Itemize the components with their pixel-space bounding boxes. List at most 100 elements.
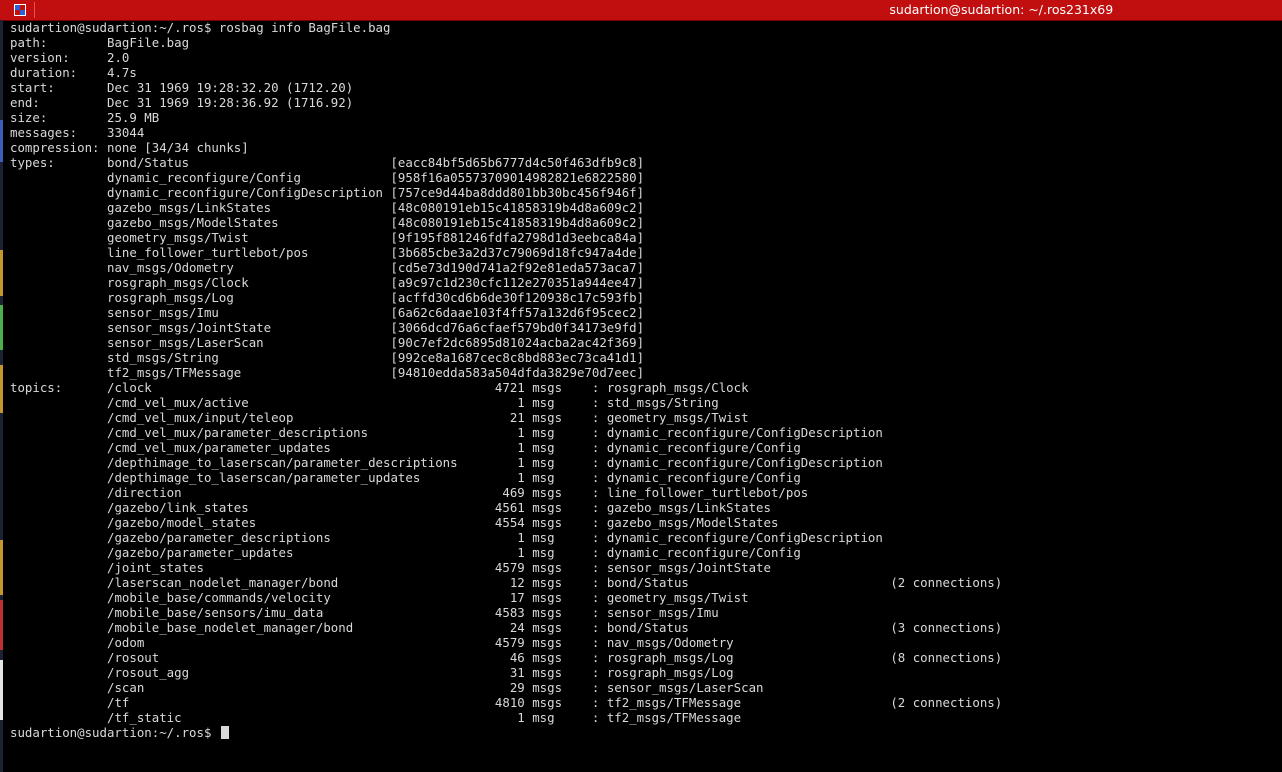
message-count: 17	[487, 590, 525, 605]
topic-row: /scan 29 msgs : sensor_msgs/LaserScan	[106, 680, 891, 695]
topic-row: /mobile_base/commands/velocity 17 msgs :…	[106, 590, 891, 605]
message-unit: msg	[532, 530, 592, 545]
message-count: 4583	[487, 605, 525, 620]
message-count: 1	[487, 545, 525, 560]
terminal-size: 231x69	[1066, 2, 1114, 17]
topic-name: /gazebo/parameter_descriptions	[106, 530, 488, 545]
message-unit: msgs	[532, 695, 592, 710]
type-md5: [eacc84bf5d65b6777d4c50f463dfb9c8]	[390, 155, 645, 170]
type-name: sensor_msgs/JointState	[106, 320, 391, 335]
topic-row: /cmd_vel_mux/input/teleop 21 msgs : geom…	[106, 410, 891, 425]
message-unit: msg	[532, 455, 592, 470]
type-row: sensor_msgs/Imu [6a62c6daae103f4ff57a132…	[10, 305, 1282, 320]
info-value: 33044	[106, 125, 145, 140]
message-count: 1	[487, 395, 525, 410]
window-title: sudartion@sudartion: ~/.ros	[889, 2, 1066, 17]
type-row: std_msgs/String [992ce8a1687cec8c8bd883e…	[10, 350, 1282, 365]
type-row: geometry_msgs/Twist [9f195f881246fdfa279…	[10, 230, 1282, 245]
message-unit: msg	[532, 395, 592, 410]
message-count: 12	[487, 575, 525, 590]
topic-type: tf2_msgs/TFMessage	[606, 695, 891, 710]
info-value: none [34/34 chunks]	[106, 140, 249, 155]
topic-name: /cmd_vel_mux/active	[106, 395, 488, 410]
topic-name: /tf	[106, 695, 488, 710]
type-name: geometry_msgs/Twist	[106, 230, 391, 245]
topic-name: /laserscan_nodelet_manager/bond	[106, 575, 488, 590]
info-row: version: 2.0	[10, 50, 1282, 65]
message-unit: msgs	[532, 485, 592, 500]
topic-name: /cmd_vel_mux/parameter_updates	[106, 440, 488, 455]
topic-name: /gazebo/parameter_updates	[106, 545, 488, 560]
type-row: rosgraph_msgs/Clock [a9c97c1d230cfc112e2…	[10, 275, 1282, 290]
type-md5: [48c080191eb15c41858319b4d8a609c2]	[390, 200, 645, 215]
shell-prompt: sudartion@sudartion:~/.ros$	[10, 725, 212, 740]
message-unit: msgs	[532, 410, 592, 425]
message-count: 1	[487, 455, 525, 470]
info-row: start: Dec 31 1969 19:28:32.20 (1712.20)	[10, 80, 1282, 95]
type-md5: [9f195f881246fdfa2798d1d3eebca84a]	[390, 230, 645, 245]
topic-name: /gazebo/model_states	[106, 515, 488, 530]
topic-type: dynamic_reconfigure/Config	[606, 440, 891, 455]
type-md5: [992ce8a1687cec8c8bd883ec73ca41d1]	[390, 350, 645, 365]
window-titlebar[interactable]: sudartion@sudartion: ~/.ros 231x69	[0, 0, 1282, 21]
type-md5: [757ce9d44ba8ddd801bb30bc456f946f]	[390, 185, 645, 200]
topic-type: rosgraph_msgs/Log	[606, 650, 891, 665]
message-count: 4579	[487, 635, 525, 650]
topic-type: gazebo_msgs/LinkStates	[606, 500, 891, 515]
type-name: gazebo_msgs/ModelStates	[106, 215, 391, 230]
type-row: dynamic_reconfigure/ConfigDescription [7…	[10, 185, 1282, 200]
topic-name: /depthimage_to_laserscan/parameter_descr…	[106, 455, 488, 470]
info-value: Dec 31 1969 19:28:36.92 (1716.92)	[106, 95, 354, 110]
type-name: tf2_msgs/TFMessage	[106, 365, 391, 380]
type-row: tf2_msgs/TFMessage [94810edda583a504dfda…	[10, 365, 1282, 380]
type-row: gazebo_msgs/ModelStates [48c080191eb15c4…	[10, 215, 1282, 230]
info-value: 2.0	[106, 50, 130, 65]
message-unit: msg	[532, 440, 592, 455]
message-count: 4554	[487, 515, 525, 530]
info-key: version:	[10, 50, 107, 65]
message-unit: msgs	[532, 380, 592, 395]
topic-row: /gazebo/model_states 4554 msgs : gazebo_…	[106, 515, 891, 530]
topic-row: /laserscan_nodelet_manager/bond 12 msgs …	[106, 575, 1003, 590]
topic-type: bond/Status	[606, 575, 891, 590]
shell-prompt: sudartion@sudartion:~/.ros$	[10, 20, 212, 35]
type-row: nav_msgs/Odometry [cd5e73d190d741a2f92e8…	[10, 260, 1282, 275]
topic-name: /joint_states	[106, 560, 488, 575]
message-count: 1	[487, 440, 525, 455]
command-line: sudartion@sudartion:~/.ros$ rosbag info …	[10, 20, 1282, 35]
topic-type: dynamic_reconfigure/ConfigDescription	[606, 425, 891, 440]
topic-type: sensor_msgs/Imu	[606, 605, 891, 620]
topic-row: /depthimage_to_laserscan/parameter_descr…	[106, 455, 891, 470]
type-name: dynamic_reconfigure/ConfigDescription	[106, 185, 391, 200]
topic-type: geometry_msgs/Twist	[606, 590, 891, 605]
message-unit: msgs	[532, 590, 592, 605]
connection-count: (2 connections)	[890, 695, 1003, 710]
topic-type: dynamic_reconfigure/ConfigDescription	[606, 530, 891, 545]
type-md5: [3b685cbe3a2d37c79069d18fc947a4de]	[390, 245, 645, 260]
info-row: duration: 4.7s	[10, 65, 1282, 80]
active-prompt-line[interactable]: sudartion@sudartion:~/.ros$	[10, 725, 1282, 740]
terminal-output[interactable]: sudartion@sudartion:~/.ros$ rosbag info …	[10, 20, 1282, 772]
type-row: line_follower_turtlebot/pos [3b685cbe3a2…	[10, 245, 1282, 260]
command-text: rosbag info BagFile.bag	[218, 20, 391, 35]
terminal-window-icon[interactable]	[14, 4, 26, 16]
dock-item-indicator	[0, 600, 3, 650]
topic-type: geometry_msgs/Twist	[606, 410, 891, 425]
types-label: types:	[10, 155, 107, 170]
message-count: 1	[487, 425, 525, 440]
left-dock-strip	[0, 20, 3, 772]
dock-item-indicator	[0, 365, 3, 413]
info-row: size: 25.9 MB	[10, 110, 1282, 125]
type-md5: [a9c97c1d230cfc112e270351a944ee47]	[390, 275, 645, 290]
type-name: rosgraph_msgs/Log	[106, 290, 391, 305]
topic-name: /tf_static	[106, 710, 488, 725]
message-unit: msg	[532, 425, 592, 440]
type-name: dynamic_reconfigure/Config	[106, 170, 391, 185]
topic-name: /depthimage_to_laserscan/parameter_updat…	[106, 470, 488, 485]
type-name: sensor_msgs/LaserScan	[106, 335, 391, 350]
message-count: 29	[487, 680, 525, 695]
topic-row: /rosout 46 msgs : rosgraph_msgs/Log (8 c…	[106, 650, 1003, 665]
type-md5: [3066dcd76a6cfaef579bd0f34173e9fd]	[390, 320, 645, 335]
type-row: rosgraph_msgs/Log [acffd30cd6b6de30f1209…	[10, 290, 1282, 305]
message-unit: msgs	[532, 515, 592, 530]
